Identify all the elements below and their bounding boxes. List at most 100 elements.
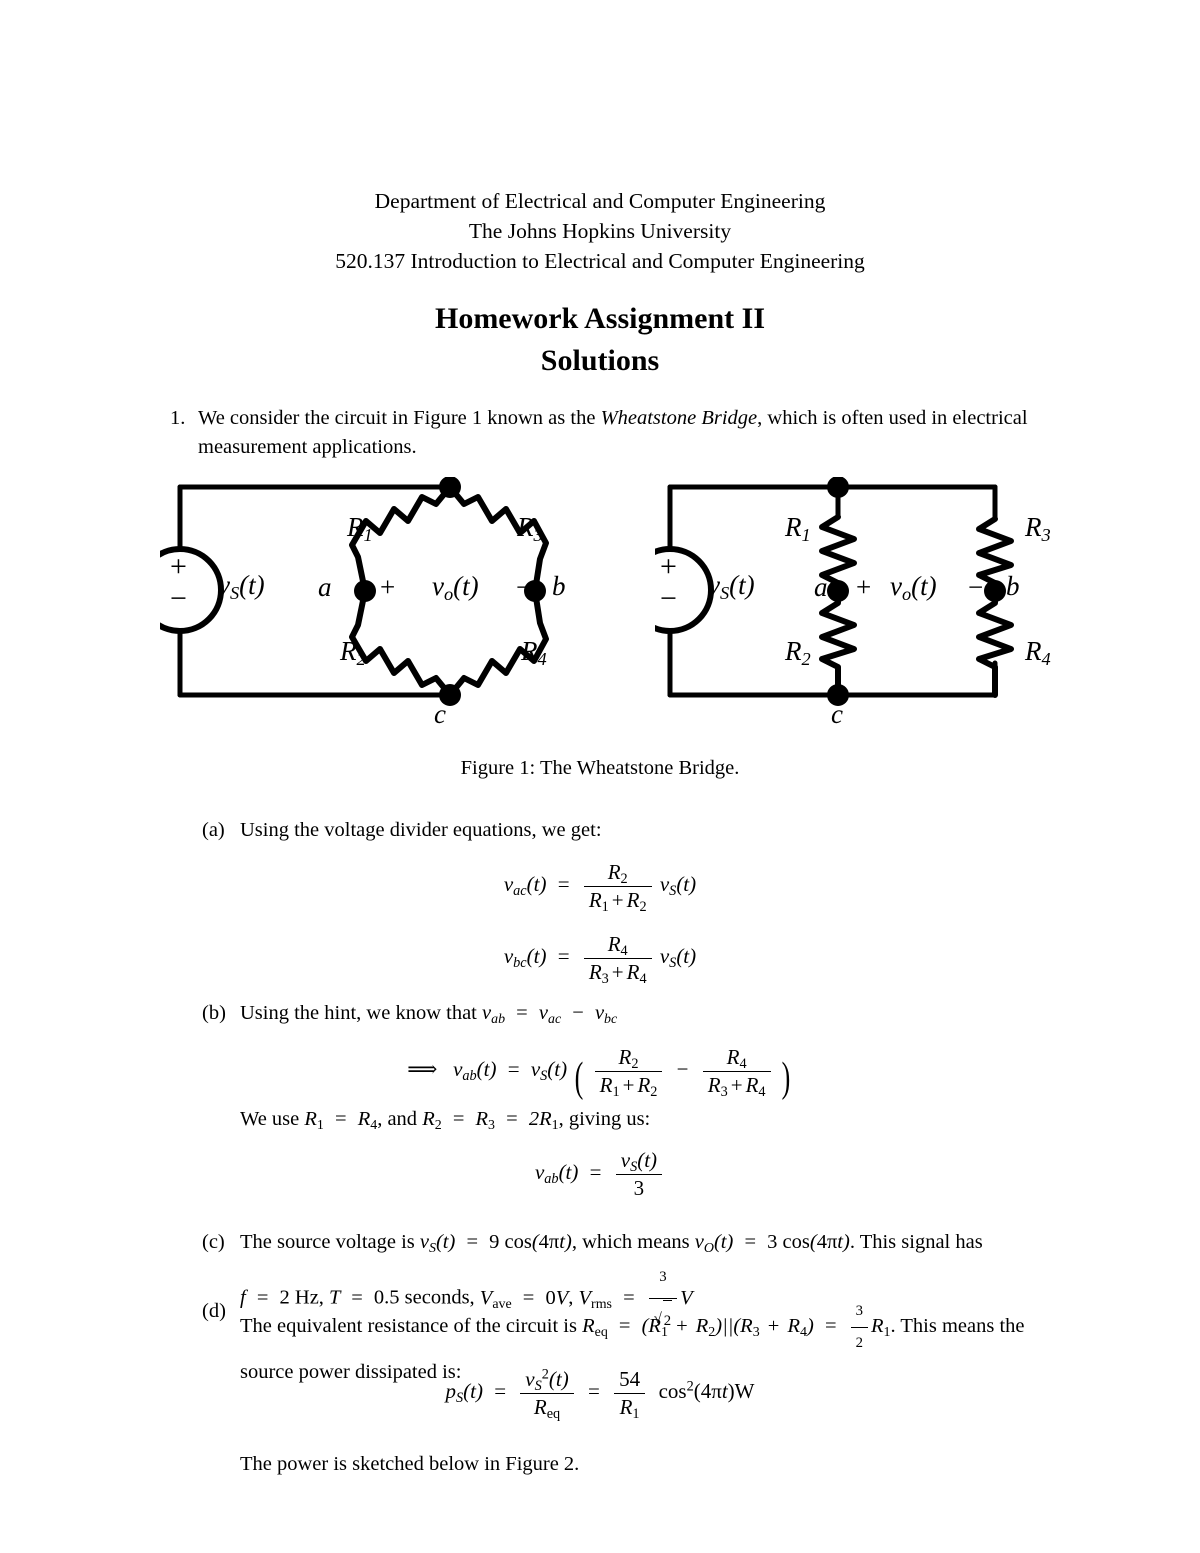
question-1-text-before: We consider the circuit in Figure 1 know… [198, 407, 601, 429]
we-use-prefix: We use [240, 1108, 305, 1130]
right-r3-sub: 3 [1041, 525, 1051, 546]
right-label-r2: R2 [785, 636, 811, 670]
eq-vab-fraction-2: R4 R3 + R4 [702, 1045, 771, 1099]
left-node-c-label: c [434, 699, 446, 729]
part-d-text-2: . This means the [890, 1315, 1025, 1338]
left-source-arg: (t) [239, 570, 265, 600]
question-1-italic-term: Wheatstone Bridge [600, 407, 758, 429]
left-r4-base: R [521, 636, 538, 666]
right-vo-arg: (t) [911, 571, 937, 601]
left-source-minus-sign: − [170, 582, 187, 615]
eq-vbc-lhs: vbc(t) [503, 944, 547, 972]
right-node-b-label: b [1006, 571, 1020, 601]
left-node-b-label: b [552, 571, 566, 601]
part-c-text-2: , which means [571, 1231, 695, 1253]
right-source-plus-sign: + [660, 550, 677, 583]
document-page: Department of Electrical and Computer En… [0, 0, 1200, 1553]
eq-vab-simple-lhs: vab(t) [534, 1160, 579, 1188]
right-node-a-label: a [814, 572, 828, 602]
right-label-r1: R1 [785, 512, 811, 546]
part-a-label: (a) [202, 819, 225, 841]
question-1-number: 1. [170, 407, 186, 429]
node-top-dot-right [827, 477, 849, 498]
right-vo-v: v [890, 571, 902, 601]
part-b: (b) Using the hint, we know that vab = v… [202, 999, 1062, 1028]
part-a: (a) Using the voltage divider equations,… [202, 816, 1062, 845]
part-d-req-expression: Req = (R1 + R2)||(R3 + R4) = 3 2 R1 [582, 1303, 890, 1351]
right-r1-sub: 1 [801, 525, 811, 546]
equation-power: pS(t) = vS2(t) Req = 54 R1 cos2(4πt)W [445, 1366, 755, 1422]
right-source-minus-sign: − [660, 582, 677, 615]
header-line-course: 520.137 Introduction to Electrical and C… [335, 249, 865, 273]
resistor-r2-zigzag [349, 588, 453, 698]
right-label-r3: R3 [1025, 512, 1051, 546]
right-r2-sub: 2 [801, 649, 811, 670]
left-r3-base: R [517, 512, 534, 542]
right-vo-label: vo(t) [890, 571, 937, 605]
left-vo-sub: o [443, 584, 454, 605]
part-b-text-prefix: Using the hint, we know that [240, 1002, 482, 1024]
part-c-text-3: . This signal has [849, 1231, 983, 1253]
document-title: Homework Assignment II Solutions [0, 298, 1200, 382]
figure-1-circuits: + − vS(t) R1 R3 R2 R4 a b c + vo(t) − + … [0, 472, 1200, 732]
right-node-c-label: c [831, 699, 843, 729]
left-r1-base: R [347, 512, 364, 542]
eq-power-fraction-2: 54 R1 [614, 1367, 646, 1421]
node-a-dot [354, 580, 376, 602]
right-vo-minus-sign: − [968, 572, 984, 602]
part-c-vo-expression: vO(t) = 3 cos(4πt) [694, 1231, 850, 1256]
question-1: 1. We consider the circuit in Figure 1 k… [170, 404, 1070, 462]
eq-vac-lhs: vac(t) [503, 872, 547, 900]
left-r4-sub: 4 [537, 649, 547, 670]
we-use-suffix: , giving us: [558, 1108, 651, 1130]
left-label-r2: R2 [340, 636, 366, 668]
we-use-mid: , and [377, 1108, 423, 1130]
equation-vab-simple: vab(t) = vS(t) 3 [0, 1148, 1200, 1201]
title-solutions: Solutions [540, 344, 660, 377]
eq-power-cos: cos2(4π [658, 1378, 722, 1404]
right-vo-plus-sign: + [856, 572, 872, 602]
left-vo-minus-sign: − [516, 572, 532, 602]
right-r4-base: R [1025, 636, 1042, 666]
right-label-r4: R4 [1025, 636, 1051, 668]
part-d-label: (d) [202, 1300, 226, 1322]
part-b-hint-equation: vab = vac − vbc [482, 1002, 618, 1027]
figure-1-caption: Figure 1: The Wheatstone Bridge. [460, 757, 740, 779]
right-vo-sub: o [901, 584, 912, 605]
we-use-equation: R1 = R4 [304, 1108, 378, 1133]
resistor-r4-zigzag-right [976, 588, 1014, 698]
right-source-arg: (t) [729, 570, 755, 600]
node-top-dot [439, 477, 461, 498]
part-c-label: (c) [202, 1231, 225, 1253]
question-1-body: We consider the circuit in Figure 1 know… [198, 404, 1070, 462]
eq-vbc-fraction: R4 R3 + R4 [583, 932, 652, 986]
left-vo-label: vo(t) [432, 571, 479, 605]
eq-vab-implies-arrow: ⟹ [407, 1057, 438, 1082]
part-d-line-1: The equivalent resistance of the circuit… [240, 1297, 1070, 1358]
node-b-dot-right [984, 580, 1006, 602]
header-line-university: The Johns Hopkins University [468, 219, 732, 243]
eq-vab-simple-fraction: vS(t) 3 [615, 1148, 663, 1201]
left-label-r3: R3 [517, 512, 543, 544]
right-r1-base: R [785, 512, 802, 542]
document-header: Department of Electrical and Computer En… [0, 186, 1200, 276]
left-source-subscript: S [229, 583, 240, 604]
part-d-text-1: The equivalent resistance of the circuit… [240, 1315, 583, 1338]
right-source-v: v [708, 570, 720, 600]
eq-power-unit: )W [727, 1379, 755, 1404]
right-source-subscript: S [719, 583, 730, 604]
part-c-vs-expression: vS(t) = 9 cos(4πt) [419, 1231, 572, 1256]
node-a-dot-right [827, 580, 849, 602]
eq-vac-rhs: vS(t) [659, 872, 697, 900]
left-node-a-label: a [318, 572, 332, 602]
left-source-v: v [218, 570, 230, 600]
eq-power-fraction-1: vS2(t) Req [520, 1367, 574, 1421]
eq-power-lhs: pS(t) [445, 1379, 483, 1407]
part-b-label: (b) [202, 1002, 226, 1024]
right-r2-base: R [785, 636, 802, 666]
title-assignment: Homework Assignment II [434, 302, 765, 335]
right-r3-base: R [1025, 512, 1042, 542]
resistor-r2-zigzag-right [819, 588, 857, 698]
part-b-we-use-line: We use R1 = R4, and R2 = R3 = 2R1, givin… [240, 1105, 1060, 1134]
equation-vac: vac(t) = R2 R1 + R2 vS(t) [503, 860, 697, 915]
